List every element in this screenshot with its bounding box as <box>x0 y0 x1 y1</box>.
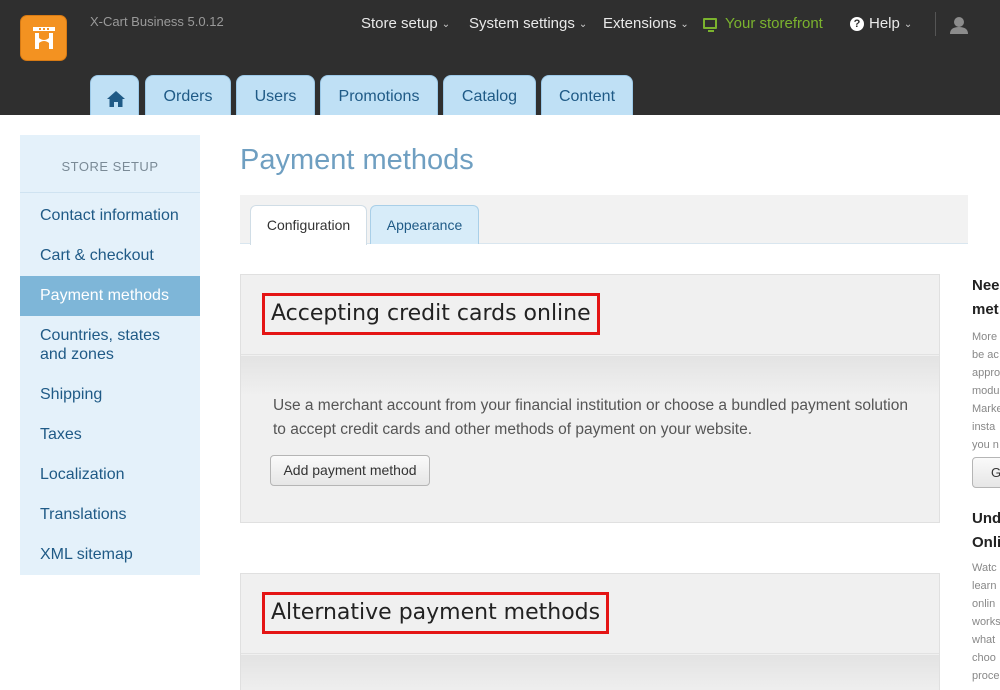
chevron-down-icon: ⌄ <box>680 19 689 30</box>
info-block2-text: Watc <box>972 562 997 574</box>
panel-alternative-body <box>241 655 939 690</box>
info-block1-text: modu <box>972 385 1000 397</box>
sidebar-item-taxes[interactable]: Taxes <box>20 425 200 444</box>
right-info-column: Nee met More be ac appro modu Marke inst… <box>972 275 1000 690</box>
info-block1-text: you n <box>972 439 999 451</box>
nav-help[interactable]: ? Help ⌄ <box>850 15 912 32</box>
sidebar-item-xml-sitemap[interactable]: XML sitemap <box>20 545 200 564</box>
panel-alternative-heading: Alternative payment methods <box>262 592 610 634</box>
nav-extensions-label: Extensions <box>603 15 677 32</box>
nav-storefront-label: Your storefront <box>725 15 823 32</box>
info-block2-title-line1: Und <box>972 510 1000 527</box>
panel-alternative: Alternative payment methods <box>240 573 940 690</box>
sidebar-item-countries-line1: Countries, states <box>40 327 161 344</box>
sidebar-item-localization[interactable]: Localization <box>20 465 200 484</box>
tab-home[interactable] <box>90 75 139 115</box>
info-block2-text: choo <box>972 652 996 664</box>
panel-credit-cards-body: Use a merchant account from your financi… <box>241 356 939 522</box>
app-version: X-Cart Business 5.0.12 <box>90 14 224 29</box>
sidebar-item-shipping[interactable]: Shipping <box>20 385 200 404</box>
panel-alternative-header: Alternative payment methods <box>241 574 939 654</box>
info-block2-text: what <box>972 634 996 646</box>
tab-catalog[interactable]: Catalog <box>443 75 536 115</box>
panel-credit-cards: Accepting credit cards online Use a merc… <box>240 274 940 523</box>
nav-extensions[interactable]: Extensions ⌄ <box>603 15 689 32</box>
sidebar-item-payment-methods[interactable]: Payment methods <box>20 276 200 316</box>
nav-store-setup-label: Store setup <box>361 15 438 32</box>
home-icon <box>107 91 125 107</box>
info-block1-text: Marke <box>972 403 1000 415</box>
sidebar-item-cart-checkout[interactable]: Cart & checkout <box>20 246 200 265</box>
info-block1-text: be ac <box>972 349 999 361</box>
tab-configuration[interactable]: Configuration <box>250 205 367 245</box>
sidebar-item-countries-line2: and zones <box>40 346 114 363</box>
info-block2-text: works <box>972 616 1000 628</box>
add-payment-method-button[interactable]: Add payment method <box>270 455 430 486</box>
nav-store-setup[interactable]: Store setup ⌄ <box>361 15 450 32</box>
nav-system-settings[interactable]: System settings ⌄ <box>469 15 587 32</box>
info-block1-title-line2: met <box>972 301 999 318</box>
panel-credit-cards-header: Accepting credit cards online <box>241 275 939 355</box>
chevron-down-icon: ⌄ <box>441 19 451 30</box>
nav-storefront[interactable]: Your storefront <box>703 15 823 32</box>
info-block1-text: insta <box>972 421 996 433</box>
sidebar-title: STORE SETUP <box>20 135 200 193</box>
tab-content[interactable]: Content <box>541 75 633 115</box>
monitor-icon <box>703 18 717 32</box>
top-bar: X-Cart Business 5.0.12 Store setup ⌄ Syst… <box>0 0 1000 115</box>
tab-promotions[interactable]: Promotions <box>320 75 438 115</box>
tab-orders[interactable]: Orders <box>145 75 231 115</box>
sidebar-item-contact-information[interactable]: Contact information <box>20 206 200 225</box>
info-block2-text: onlin <box>972 598 996 610</box>
info-block2-text: proce <box>972 670 1000 682</box>
panel-credit-cards-heading: Accepting credit cards online <box>262 293 600 335</box>
sidebar-item-translations[interactable]: Translations <box>20 505 200 524</box>
question-circle-icon: ? <box>850 17 864 31</box>
chevron-down-icon: ⌄ <box>903 19 913 30</box>
tab-appearance[interactable]: Appearance <box>370 205 479 244</box>
info-block1-title-line1: Nee <box>972 277 1000 294</box>
info-block1-text: appro <box>972 367 1000 379</box>
sidebar-item-countries[interactable]: Countries, states and zones <box>20 326 200 364</box>
tab-users[interactable]: Users <box>236 75 315 115</box>
panel-credit-cards-description: Use a merchant account from your financi… <box>273 397 908 438</box>
subtabs-bar: Configuration Appearance <box>240 195 968 245</box>
info-block2-title-line2: Onli <box>972 534 1000 551</box>
sidebar: STORE SETUP Contact information Cart & c… <box>20 135 200 575</box>
page-title: Payment methods <box>240 144 474 176</box>
xcart-logo-icon[interactable] <box>20 15 67 61</box>
chevron-down-icon: ⌄ <box>578 19 588 30</box>
info-block1-text: More <box>972 331 998 343</box>
nav-divider <box>935 12 936 36</box>
nav-help-label: Help <box>869 15 900 32</box>
info-block1-button[interactable]: G <box>972 457 1000 488</box>
nav-system-settings-label: System settings <box>469 15 575 32</box>
user-icon[interactable] <box>949 16 969 34</box>
info-block2-text: learn <box>972 580 997 592</box>
